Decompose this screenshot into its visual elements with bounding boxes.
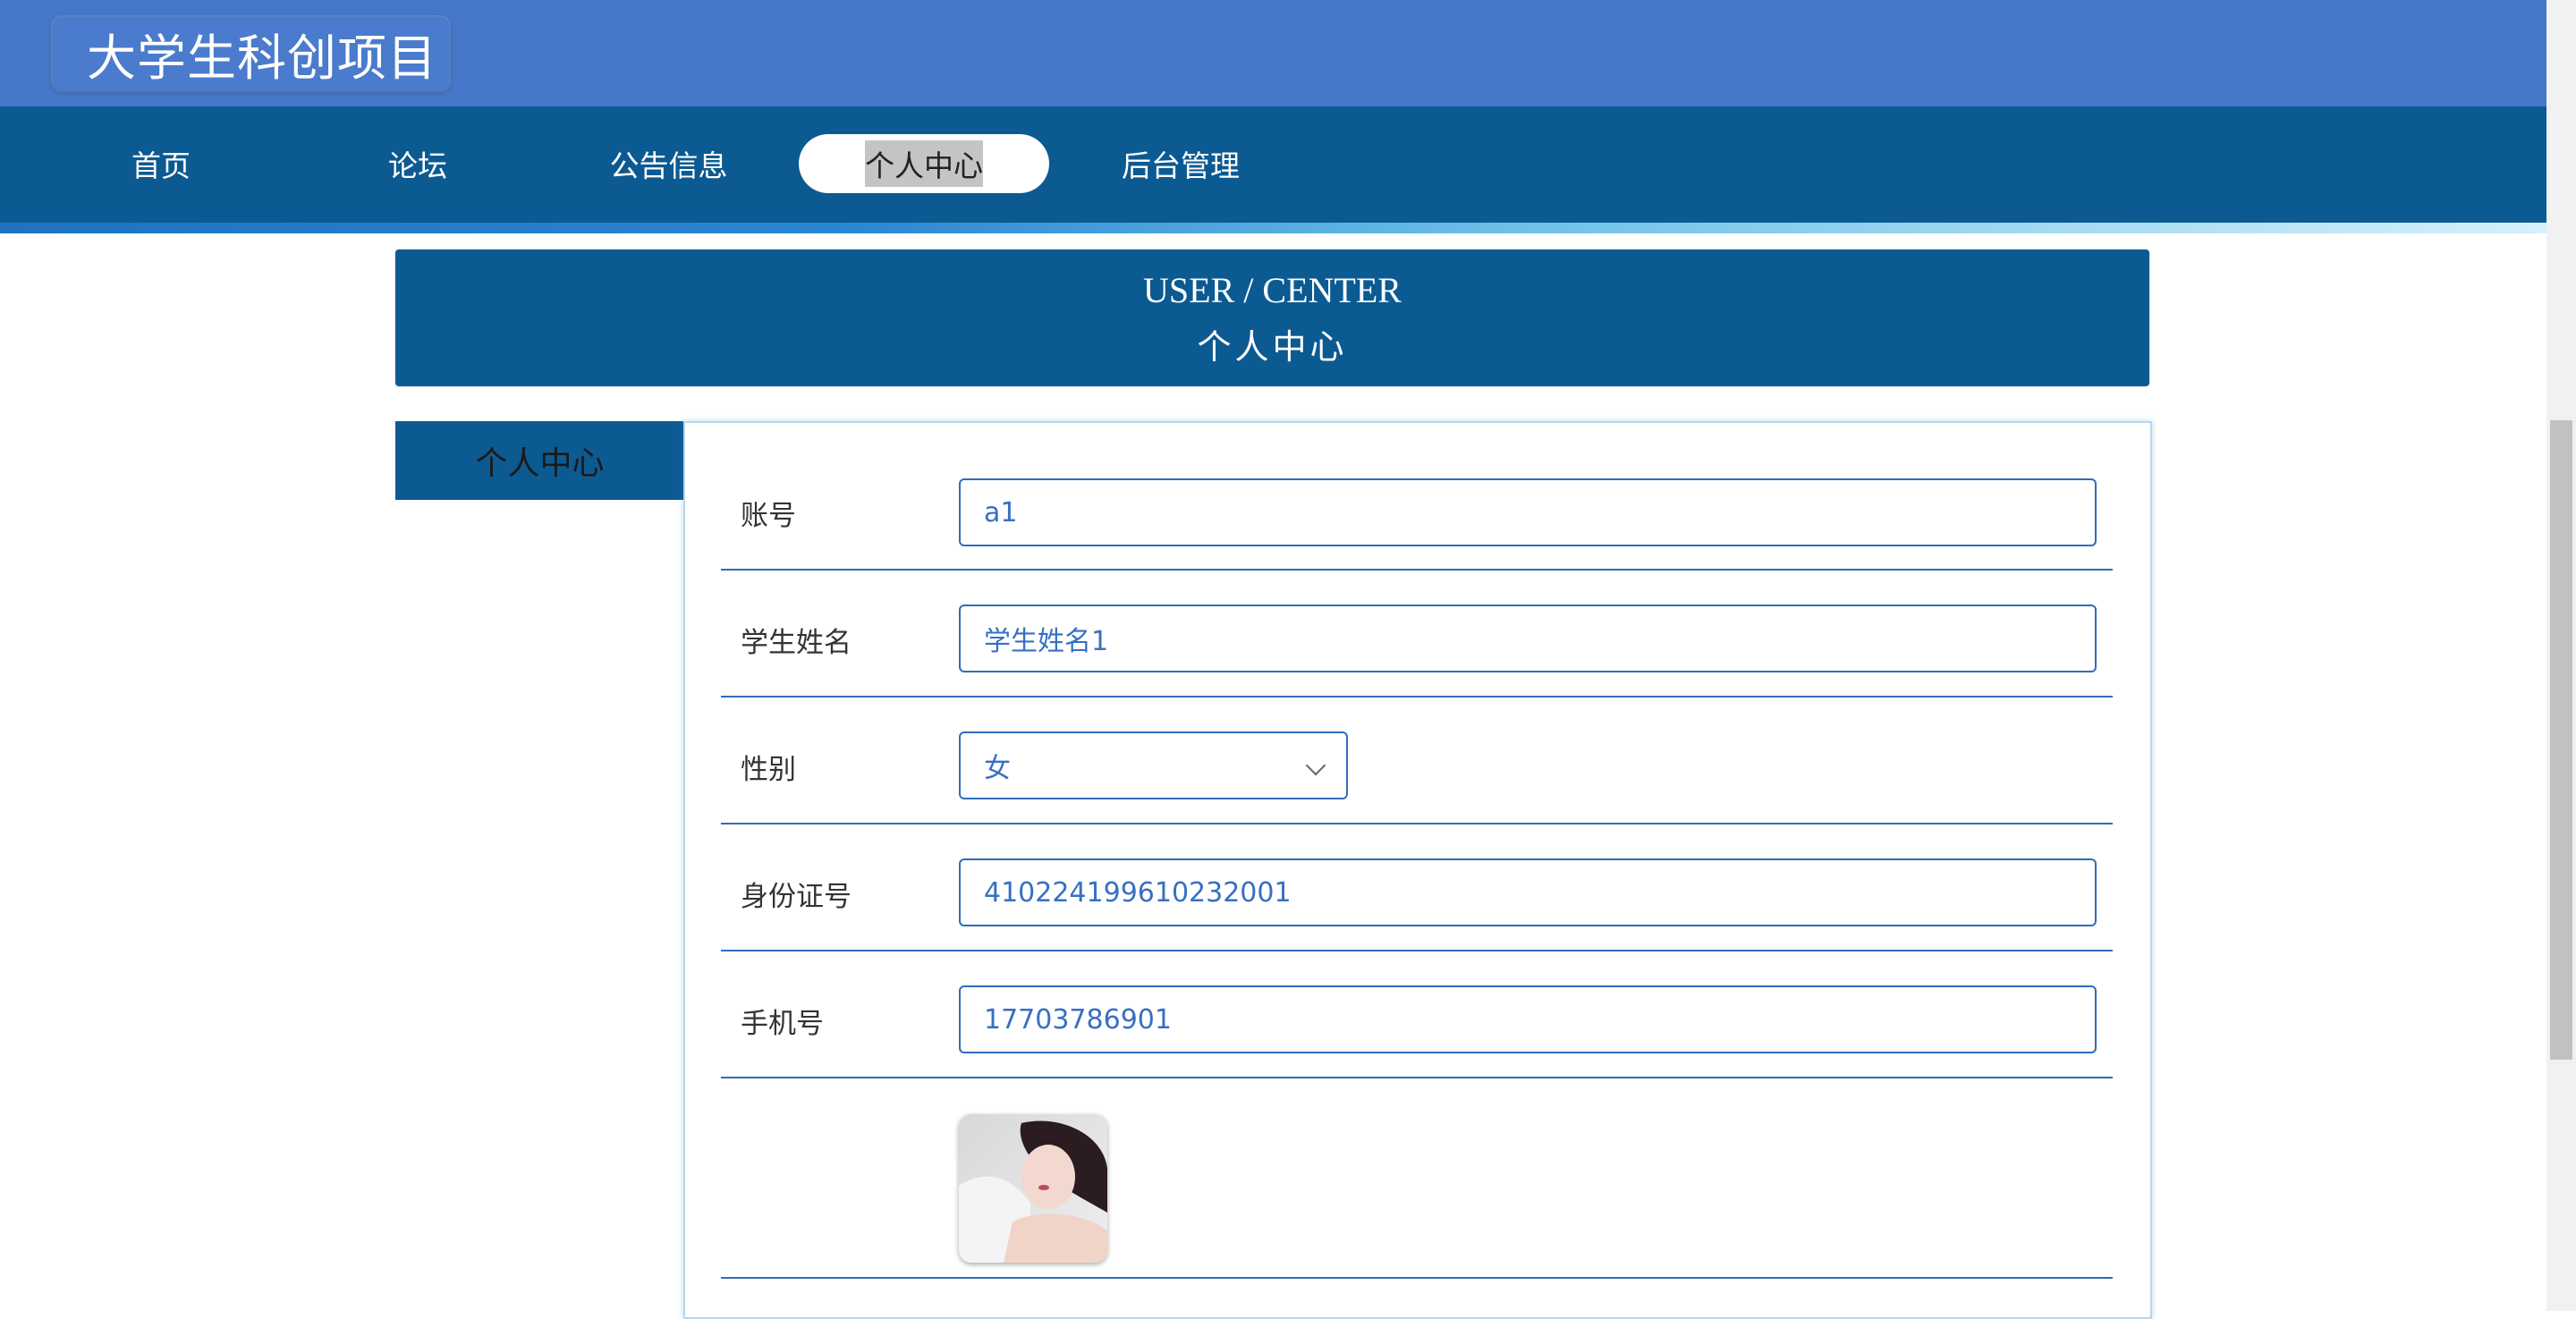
top-header: 大学生科创项目	[0, 0, 2546, 106]
nav-admin[interactable]: 后台管理	[1109, 134, 1252, 193]
app-title-box[interactable]: 大学生科创项目	[53, 17, 449, 90]
nav-admin-label: 后台管理	[1122, 148, 1240, 183]
profile-form-panel: 账号 a1 学生姓名 学生姓名1 性别 女 身份证号 4102241996102…	[683, 421, 2152, 1319]
nav-user-center-label: 个人中心	[865, 140, 983, 187]
name-value: 学生姓名1	[984, 626, 1109, 657]
gender-label: 性别	[741, 754, 796, 786]
form-row-name: 学生姓名 学生姓名1	[721, 571, 2113, 698]
account-input[interactable]: a1	[959, 478, 2097, 546]
avatar-photo-icon	[959, 1114, 1107, 1263]
nav-home[interactable]: 首页	[89, 134, 233, 193]
id-card-value: 410224199610232001	[984, 876, 1292, 909]
nav-announcements[interactable]: 公告信息	[590, 134, 747, 193]
form-row-id-card: 身份证号 410224199610232001	[721, 824, 2113, 951]
banner-title-en: USER / CENTER	[1143, 270, 1402, 310]
nav-user-center[interactable]: 个人中心	[799, 134, 1049, 193]
phone-input[interactable]: 17703786901	[959, 985, 2097, 1053]
nav-home-label: 首页	[131, 148, 191, 183]
form-row-phone: 手机号 17703786901	[721, 951, 2113, 1078]
scrollbar[interactable]	[2546, 0, 2576, 1311]
scrollbar-thumb[interactable]	[2550, 420, 2572, 1060]
name-input[interactable]: 学生姓名1	[959, 605, 2097, 672]
form-row-gender: 性别 女	[721, 698, 2113, 824]
sidebar-item-label: 个人中心	[475, 445, 605, 482]
name-label: 学生姓名	[741, 627, 852, 659]
chevron-down-icon	[1305, 755, 1326, 776]
app-title: 大学生科创项目	[87, 30, 438, 87]
nav-forum[interactable]: 论坛	[346, 134, 489, 193]
form-row-avatar	[721, 1078, 2113, 1279]
id-card-input[interactable]: 410224199610232001	[959, 858, 2097, 926]
gender-select[interactable]: 女	[959, 731, 1348, 799]
gender-value: 女	[984, 753, 1011, 784]
nav-announcements-label: 公告信息	[609, 148, 728, 183]
form-row-account: 账号 a1	[721, 423, 2113, 571]
main-nav: 首页 论坛 公告信息 个人中心 后台管理	[0, 106, 2546, 223]
phone-value: 17703786901	[984, 1003, 1172, 1036]
nav-forum-label: 论坛	[388, 148, 447, 183]
phone-label: 手机号	[741, 1008, 824, 1040]
account-value: a1	[984, 496, 1018, 528]
avatar[interactable]	[959, 1114, 1107, 1263]
id-card-label: 身份证号	[741, 881, 852, 913]
decorative-stripe	[0, 223, 2546, 233]
account-label: 账号	[741, 500, 796, 532]
banner-title-cn: 个人中心	[1197, 327, 1348, 367]
user-center-banner: USER / CENTER 个人中心	[395, 249, 2149, 386]
sidebar-item-user-center[interactable]: 个人中心	[395, 421, 684, 500]
